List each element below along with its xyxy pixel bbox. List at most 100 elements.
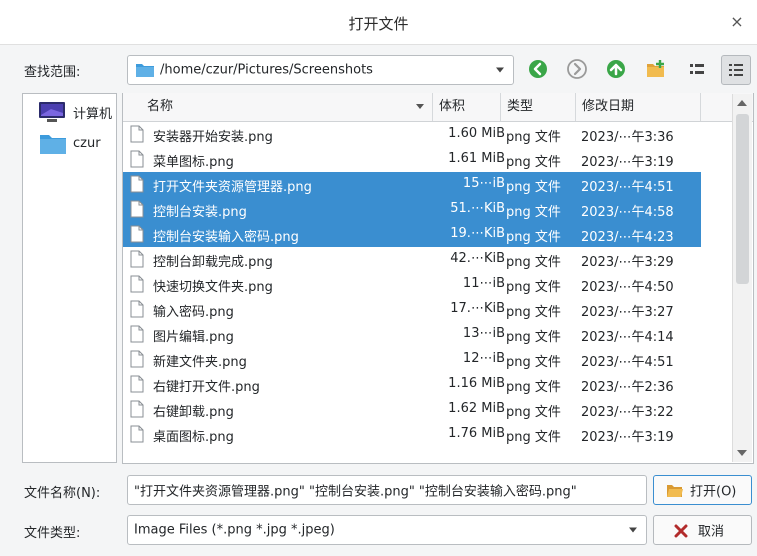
file-list: 名称 体积 类型 修改日期 安装器开始安装.png 1.60 MiB png 文件 2… bbox=[123, 93, 753, 463]
parent-folder-icon[interactable] bbox=[605, 58, 627, 80]
column-header-size[interactable]: 体积 bbox=[433, 93, 501, 121]
chevron-down-icon bbox=[496, 67, 504, 73]
column-header-date[interactable]: 修改日期 bbox=[576, 93, 701, 121]
look-in-label: 查找范围: bbox=[24, 65, 81, 80]
file-date: 2023/⋯午4:51 bbox=[581, 180, 674, 195]
file-icon bbox=[130, 250, 144, 268]
open-button[interactable]: 打开(O) bbox=[653, 475, 752, 505]
file-date: 2023/⋯午3:19 bbox=[581, 430, 674, 445]
folder-open-icon bbox=[667, 485, 683, 497]
file-name: 桌面图标.png bbox=[153, 430, 234, 445]
file-date: 2023/⋯午4:23 bbox=[581, 230, 674, 245]
file-name: 快速切换文件夹.png bbox=[153, 280, 273, 295]
file-icon bbox=[130, 300, 144, 318]
file-date: 2023/⋯午4:51 bbox=[581, 355, 674, 370]
file-type: png 文件 bbox=[506, 205, 561, 220]
file-size: 1.61 MiB bbox=[448, 151, 505, 166]
file-type: png 文件 bbox=[506, 180, 561, 195]
place-label: 计算机 bbox=[73, 107, 113, 122]
file-row[interactable]: 右键卸载.png 1.62 MiB png 文件 2023/⋯午3:22 bbox=[123, 397, 701, 422]
file-date: 2023/⋯午2:36 bbox=[581, 380, 674, 395]
file-icon bbox=[130, 325, 144, 343]
file-row[interactable]: 控制台安装.png 51.⋯KiB png 文件 2023/⋯午4:58 bbox=[123, 197, 701, 222]
file-type: png 文件 bbox=[506, 355, 561, 370]
file-row[interactable]: 输入密码.png 17.⋯KiB png 文件 2023/⋯午3:27 bbox=[123, 297, 701, 322]
column-type-label: 类型 bbox=[507, 99, 534, 114]
vertical-scrollbar[interactable] bbox=[732, 94, 752, 462]
file-size: 1.60 MiB bbox=[448, 126, 505, 141]
computer-icon bbox=[39, 102, 65, 122]
file-name: 安装器开始安装.png bbox=[153, 130, 273, 145]
close-button[interactable]: × bbox=[725, 10, 749, 34]
file-open-dialog: 打开文件 × 查找范围: /home/czur/Pictures/Screens… bbox=[0, 0, 757, 556]
file-date: 2023/⋯午4:14 bbox=[581, 330, 674, 345]
scrollbar-thumb[interactable] bbox=[736, 114, 749, 284]
file-name-label: 文件名称(N): bbox=[24, 486, 101, 501]
file-icon bbox=[130, 200, 144, 218]
file-date: 2023/⋯午3:29 bbox=[581, 255, 674, 270]
file-icon bbox=[130, 150, 144, 168]
place-label: czur bbox=[73, 136, 101, 151]
forward-icon[interactable] bbox=[566, 58, 588, 80]
file-name-input[interactable]: "打开文件夹资源管理器.png" "控制台安装.png" "控制台安装输入密码.… bbox=[127, 475, 647, 505]
place-czur[interactable]: czur bbox=[37, 130, 127, 160]
file-type-value: Image Files (*.png *.jpg *.jpeg) bbox=[134, 522, 335, 538]
look-in-combo[interactable]: /home/czur/Pictures/Screenshots bbox=[127, 55, 514, 85]
sort-desc-icon bbox=[416, 104, 424, 109]
file-name: 打开文件夹资源管理器.png bbox=[153, 180, 312, 195]
chevron-down-icon bbox=[629, 527, 637, 533]
folder-icon bbox=[136, 64, 154, 77]
file-size: 19.⋯KiB bbox=[450, 226, 505, 241]
list-view-icon[interactable] bbox=[686, 58, 708, 80]
file-row[interactable]: 打开文件夹资源管理器.png 15⋯iB png 文件 2023/⋯午4:51 bbox=[123, 172, 701, 197]
file-row[interactable]: 桌面图标.png 1.76 MiB png 文件 2023/⋯午3:19 bbox=[123, 422, 701, 447]
file-name: 右键卸载.png bbox=[153, 405, 234, 420]
detail-view-button[interactable] bbox=[721, 55, 751, 85]
file-icon bbox=[130, 125, 144, 143]
cancel-button-label: 取消 bbox=[698, 524, 725, 540]
file-type-combo[interactable]: Image Files (*.png *.jpg *.jpeg) bbox=[127, 515, 647, 545]
file-type: png 文件 bbox=[506, 255, 561, 270]
detail-view-icon bbox=[729, 64, 743, 76]
cancel-x-icon bbox=[674, 524, 688, 538]
file-row[interactable]: 菜单图标.png 1.61 MiB png 文件 2023/⋯午3:19 bbox=[123, 147, 701, 172]
column-header-type[interactable]: 类型 bbox=[501, 93, 576, 121]
scroll-up-icon[interactable] bbox=[737, 100, 747, 106]
file-row[interactable]: 控制台安装输入密码.png 19.⋯KiB png 文件 2023/⋯午4:23 bbox=[123, 222, 701, 247]
cancel-button[interactable]: 取消 bbox=[653, 515, 752, 545]
file-date: 2023/⋯午3:19 bbox=[581, 155, 674, 170]
back-icon[interactable] bbox=[527, 58, 549, 80]
place-computer[interactable]: 计算机 bbox=[37, 97, 127, 127]
file-size: 11⋯iB bbox=[462, 276, 505, 291]
file-type: png 文件 bbox=[506, 305, 561, 320]
scroll-down-icon[interactable] bbox=[737, 450, 747, 456]
file-row[interactable]: 新建文件夹.png 12⋯iB png 文件 2023/⋯午4:51 bbox=[123, 347, 701, 372]
column-size-label: 体积 bbox=[439, 99, 466, 114]
file-icon bbox=[130, 175, 144, 193]
file-row[interactable]: 快速切换文件夹.png 11⋯iB png 文件 2023/⋯午4:50 bbox=[123, 272, 701, 297]
look-in-path: /home/czur/Pictures/Screenshots bbox=[160, 62, 373, 78]
file-icon bbox=[130, 275, 144, 293]
file-date: 2023/⋯午3:27 bbox=[581, 305, 674, 320]
file-size: 51.⋯KiB bbox=[450, 201, 505, 216]
file-list-header: 名称 体积 类型 修改日期 bbox=[123, 93, 753, 122]
file-name: 图片编辑.png bbox=[153, 330, 234, 345]
file-icon bbox=[130, 350, 144, 368]
file-row[interactable]: 安装器开始安装.png 1.60 MiB png 文件 2023/⋯午3:36 bbox=[123, 122, 701, 147]
file-type: png 文件 bbox=[506, 405, 561, 420]
title-bar: 打开文件 × bbox=[0, 0, 757, 45]
column-date-label: 修改日期 bbox=[582, 99, 635, 114]
file-size: 13⋯iB bbox=[462, 326, 505, 341]
file-row[interactable]: 控制台卸载完成.png 42.⋯KiB png 文件 2023/⋯午3:29 bbox=[123, 247, 701, 272]
file-type: png 文件 bbox=[506, 130, 561, 145]
file-size: 15⋯iB bbox=[462, 176, 505, 191]
file-name: 菜单图标.png bbox=[153, 155, 234, 170]
file-date: 2023/⋯午4:58 bbox=[581, 205, 674, 220]
file-row[interactable]: 图片编辑.png 13⋯iB png 文件 2023/⋯午4:14 bbox=[123, 322, 701, 347]
file-type: png 文件 bbox=[506, 155, 561, 170]
file-size: 1.62 MiB bbox=[448, 401, 505, 416]
column-header-name[interactable]: 名称 bbox=[123, 93, 433, 121]
new-folder-icon[interactable] bbox=[645, 58, 667, 80]
file-row[interactable]: 右键打开文件.png 1.16 MiB png 文件 2023/⋯午2:36 bbox=[123, 372, 701, 397]
places-sidebar: 计算机 czur bbox=[22, 93, 117, 463]
